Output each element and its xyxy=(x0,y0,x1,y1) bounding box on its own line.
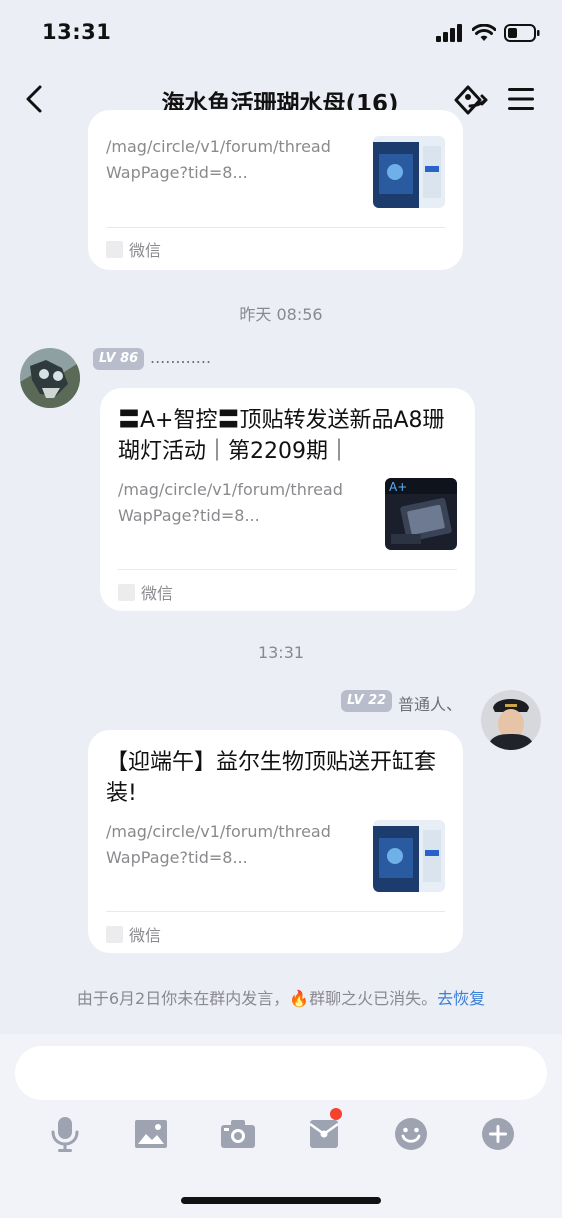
svg-text:A+: A+ xyxy=(389,480,407,494)
menu-icon xyxy=(508,88,534,110)
plus-icon xyxy=(482,1118,514,1150)
link-source: 微信 xyxy=(118,580,173,604)
link-url: /mag/circle/v1/forum/threadWapPage?tid=8… xyxy=(106,822,331,867)
wechat-icon xyxy=(106,925,123,943)
link-source: 微信 xyxy=(106,922,161,946)
emoji-icon xyxy=(395,1118,427,1150)
link-title: 【迎端午】益尔生物顶贴送开缸套装! xyxy=(106,750,437,806)
sender-nickname: ............ xyxy=(150,348,212,367)
avatar[interactable] xyxy=(481,690,541,750)
link-card[interactable]: 【迎端午】益尔生物顶贴送开缸套装! /mag/circle/v1/forum/t… xyxy=(88,730,463,953)
message-input[interactable] xyxy=(15,1046,547,1100)
sender-nickname: 普通人、 xyxy=(398,695,463,714)
link-source: 微信 xyxy=(106,237,161,261)
level-badge: LV 86 xyxy=(93,348,145,370)
microphone-icon xyxy=(51,1117,79,1152)
restore-link[interactable]: 去恢复 xyxy=(437,989,485,1008)
link-thumbnail xyxy=(373,820,445,892)
wechat-icon xyxy=(106,240,123,258)
chevron-left-icon xyxy=(26,85,42,113)
image-button[interactable] xyxy=(131,1114,171,1154)
notice-text: 由于6月2日你未在群内发言， xyxy=(76,989,290,1008)
battery-icon xyxy=(504,24,540,42)
notice-text-2: 群聊之火已消失。 xyxy=(309,989,438,1008)
wifi-icon xyxy=(472,24,496,41)
more-button[interactable] xyxy=(478,1114,518,1154)
camera-icon xyxy=(221,1120,255,1148)
avatar[interactable] xyxy=(20,348,80,408)
link-title: 〓A+智控〓顶贴转发送新品A8珊 瑚灯活动｜第2209期｜ xyxy=(118,408,445,464)
red-packet-icon xyxy=(309,1120,339,1148)
link-card[interactable]: /mag/circle/v1/forum/threadWapPage?tid=8… xyxy=(88,110,463,270)
card-divider xyxy=(118,569,457,570)
status-bar: 13:31 xyxy=(0,0,562,68)
composer xyxy=(0,1034,562,1218)
notification-dot xyxy=(330,1108,342,1120)
card-divider xyxy=(106,911,445,912)
home-indicator xyxy=(181,1197,381,1204)
back-button[interactable] xyxy=(18,82,50,116)
group-fire-notice: 由于6月2日你未在群内发言，🔥群聊之火已消失。去恢复 xyxy=(0,985,562,1009)
status-time: 13:31 xyxy=(42,20,112,44)
menu-button[interactable] xyxy=(506,84,536,114)
link-source-label: 微信 xyxy=(129,241,162,260)
link-url: /mag/circle/v1/forum/threadWapPage?tid=8… xyxy=(106,137,331,182)
link-url: /mag/circle/v1/forum/threadWapPage?tid=8… xyxy=(118,480,343,525)
link-card[interactable]: 〓A+智控〓顶贴转发送新品A8珊 瑚灯活动｜第2209期｜ /mag/circl… xyxy=(100,388,475,611)
link-source-label: 微信 xyxy=(129,926,162,945)
signal-icon xyxy=(436,24,462,42)
composer-toolbar xyxy=(0,1108,562,1154)
status-icons xyxy=(436,24,540,42)
message-timestamp: 13:31 xyxy=(257,643,305,662)
link-thumbnail: A+ xyxy=(385,478,457,550)
card-divider xyxy=(106,227,445,228)
message-timestamp: 昨天 08:56 xyxy=(239,305,323,324)
link-source-label: 微信 xyxy=(141,584,174,603)
level-badge: LV 22 xyxy=(341,690,393,712)
share-icon xyxy=(454,85,488,115)
red-packet-button[interactable] xyxy=(304,1108,344,1154)
voice-button[interactable] xyxy=(45,1114,85,1154)
wechat-icon xyxy=(118,583,135,601)
image-icon xyxy=(135,1120,167,1148)
emoji-button[interactable] xyxy=(391,1114,431,1154)
camera-button[interactable] xyxy=(218,1114,258,1154)
link-thumbnail xyxy=(373,136,445,208)
group-share-button[interactable] xyxy=(452,82,490,118)
fire-icon: 🔥 xyxy=(289,989,310,1008)
